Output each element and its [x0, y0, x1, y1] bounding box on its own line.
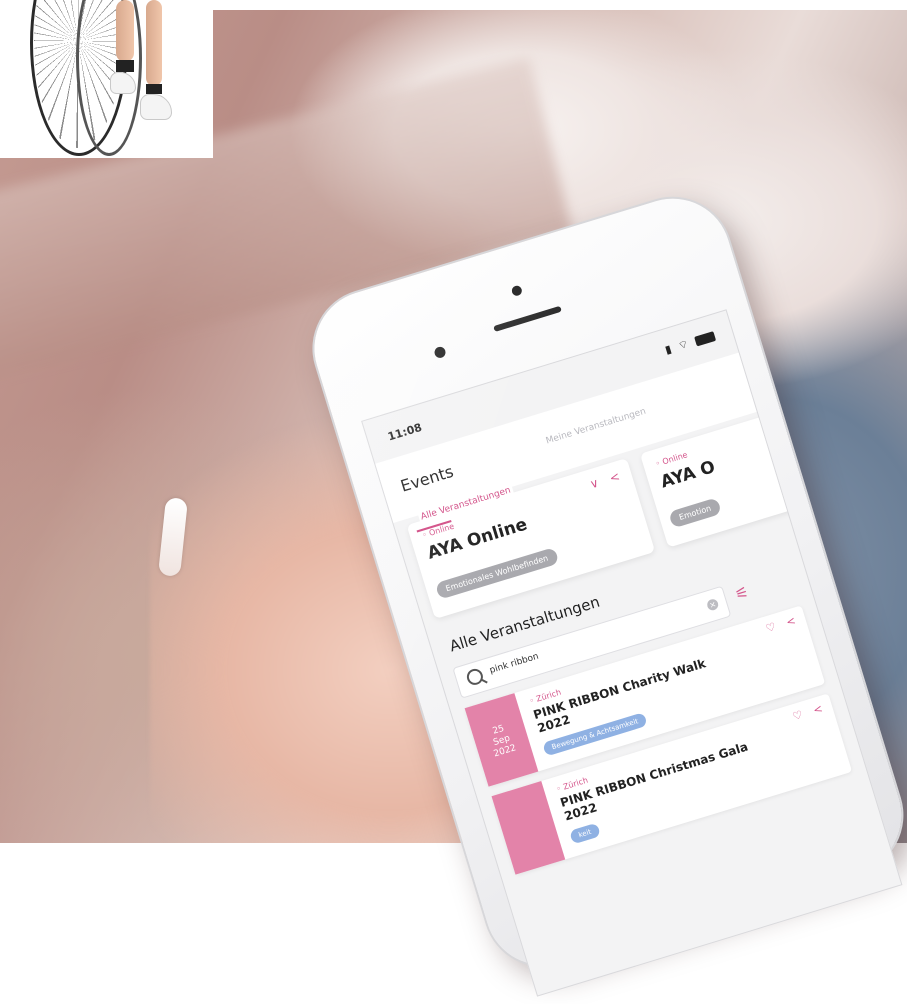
- page-title: Events: [398, 461, 456, 496]
- search-value: pink ribbon: [488, 651, 540, 677]
- leg: [146, 0, 162, 86]
- status-icons: ▮ ⌔: [663, 329, 717, 357]
- share-icon[interactable]: <: [812, 702, 825, 717]
- heart-icon[interactable]: ♡: [764, 620, 777, 635]
- wifi-icon: ⌔: [676, 336, 693, 353]
- status-time: 11:08: [386, 420, 424, 444]
- tab-meine-veranstaltungen[interactable]: Meine Veranstaltungen: [545, 407, 647, 447]
- share-icon[interactable]: <: [608, 469, 622, 485]
- search-icon: [464, 666, 485, 687]
- sock: [116, 60, 134, 72]
- category-tag: keit: [569, 822, 601, 845]
- date-block: [491, 781, 566, 875]
- location-text: Online: [661, 450, 689, 467]
- card-actions: ♡ <: [757, 614, 798, 638]
- cyclist-inset-image: [0, 0, 213, 158]
- clear-icon[interactable]: ×: [705, 597, 720, 612]
- sock: [146, 84, 162, 94]
- signal-icon: ▮: [663, 341, 675, 357]
- cycling-shoe: [140, 94, 172, 120]
- card-actions: ∨ <: [580, 469, 621, 494]
- leg: [116, 0, 134, 62]
- date-block: 25 Sep 2022: [464, 693, 539, 787]
- card-actions: ♡ <: [783, 702, 824, 726]
- chevron-down-icon[interactable]: ∨: [588, 476, 601, 492]
- date-day: [499, 806, 549, 821]
- share-icon[interactable]: <: [785, 614, 798, 629]
- filter-icon[interactable]: ⚟: [733, 581, 755, 604]
- category-tag: Emotion: [668, 497, 723, 529]
- heart-icon[interactable]: ♡: [791, 708, 804, 723]
- battery-icon: [694, 331, 717, 347]
